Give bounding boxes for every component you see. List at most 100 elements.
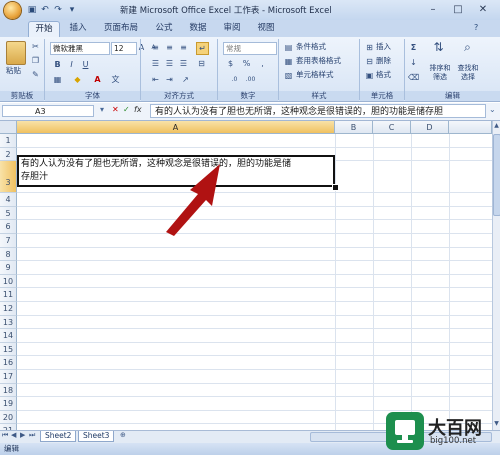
copy-icon[interactable]: ❐ bbox=[30, 55, 41, 66]
redo-icon[interactable]: ↷ bbox=[52, 4, 64, 16]
sort-filter-button[interactable]: 排序和筛选 bbox=[428, 64, 452, 82]
align-left-icon[interactable]: ☰ bbox=[150, 58, 161, 69]
cancel-entry-icon[interactable]: ✕ bbox=[112, 105, 119, 114]
fill-icon[interactable]: ↓ bbox=[408, 57, 419, 68]
undo-icon[interactable]: ↶ bbox=[39, 4, 51, 16]
name-box[interactable]: A3 bbox=[2, 105, 94, 117]
format-cells-icon[interactable]: ▣ bbox=[364, 70, 375, 81]
paste-icon[interactable] bbox=[6, 41, 26, 65]
expand-formula-bar-icon[interactable]: ⌄ bbox=[489, 105, 496, 114]
align-bottom-icon[interactable]: ≡ bbox=[178, 42, 189, 53]
close-icon[interactable]: ✕ bbox=[472, 2, 494, 17]
cell-styles-button[interactable]: 单元格样式 bbox=[296, 70, 334, 80]
column-header-b[interactable]: B bbox=[335, 121, 373, 134]
align-right-icon[interactable]: ☰ bbox=[178, 58, 189, 69]
row-header-10[interactable]: 10 bbox=[0, 274, 17, 289]
quick-access-dropdown-icon[interactable]: ▾ bbox=[66, 4, 78, 16]
format-as-table-button[interactable]: 套用表格格式 bbox=[296, 56, 341, 66]
borders-icon[interactable]: ▦ bbox=[52, 74, 63, 85]
wrap-text-icon[interactable]: ↵ bbox=[196, 42, 209, 55]
align-top-icon[interactable]: ≡ bbox=[150, 42, 161, 53]
tab-home[interactable]: 开始 bbox=[28, 21, 60, 37]
delete-cells-button[interactable]: 删除 bbox=[376, 56, 391, 66]
row-header-12[interactable]: 12 bbox=[0, 302, 17, 316]
row-header-13[interactable]: 13 bbox=[0, 315, 17, 330]
tab-insert[interactable]: 插入 bbox=[64, 21, 92, 36]
tab-view[interactable]: 视图 bbox=[252, 21, 280, 36]
office-button[interactable] bbox=[4, 2, 21, 19]
fill-color-icon[interactable]: ◆ bbox=[72, 74, 83, 85]
scroll-down-icon[interactable]: ▼ bbox=[493, 420, 500, 428]
scroll-up-icon[interactable]: ▲ bbox=[493, 122, 500, 130]
insert-function-icon[interactable]: fx bbox=[134, 105, 142, 114]
row-header-1[interactable]: 1 bbox=[0, 134, 17, 148]
currency-icon[interactable]: $ bbox=[225, 58, 236, 69]
delete-cells-icon[interactable]: ⊟ bbox=[364, 56, 375, 67]
format-cells-button[interactable]: 格式 bbox=[376, 70, 391, 80]
row-header-11[interactable]: 11 bbox=[0, 288, 17, 302]
bold-icon[interactable]: B bbox=[52, 59, 63, 70]
help-icon[interactable]: ? bbox=[474, 23, 478, 32]
align-middle-icon[interactable]: ≡ bbox=[164, 42, 175, 53]
paste-button[interactable]: 粘贴 bbox=[6, 66, 21, 76]
sheet-nav-last-icon[interactable]: ⏭ bbox=[29, 431, 35, 440]
column-header-c[interactable]: C bbox=[373, 121, 411, 134]
grow-font-icon[interactable]: A bbox=[136, 42, 147, 53]
sort-filter-icon[interactable]: ⇅ bbox=[433, 41, 444, 53]
row-header-16[interactable]: 16 bbox=[0, 356, 17, 370]
sheet-nav-prev-icon[interactable]: ◀ bbox=[11, 431, 16, 439]
format-as-table-icon[interactable]: ▦ bbox=[283, 56, 294, 67]
select-all-corner[interactable] bbox=[0, 121, 17, 134]
sheet-nav-first-icon[interactable]: ⏮ bbox=[2, 431, 8, 440]
row-header-4[interactable]: 4 bbox=[0, 193, 17, 207]
find-select-button[interactable]: 查找和选择 bbox=[456, 64, 480, 82]
row-header-19[interactable]: 19 bbox=[0, 397, 17, 411]
sheet-tab-sheet3[interactable]: Sheet3 bbox=[78, 431, 115, 442]
row-header-17[interactable]: 17 bbox=[0, 370, 17, 384]
comma-style-icon[interactable]: , bbox=[257, 58, 268, 69]
phonetic-icon[interactable]: 文 bbox=[110, 74, 121, 85]
row-header-20[interactable]: 20 bbox=[0, 410, 17, 425]
row-header-15[interactable]: 15 bbox=[0, 342, 17, 357]
merge-center-icon[interactable]: ⊟ bbox=[196, 58, 207, 69]
formula-bar-dropdown-icon[interactable]: ▾ bbox=[100, 105, 104, 114]
insert-cells-icon[interactable]: ⊞ bbox=[364, 42, 375, 53]
tab-data[interactable]: 数据 bbox=[184, 21, 212, 36]
column-header-a[interactable]: A bbox=[17, 121, 335, 134]
font-size-select[interactable]: 12 bbox=[111, 42, 137, 55]
autosum-icon[interactable]: Σ bbox=[408, 42, 419, 53]
align-center-icon[interactable]: ☰ bbox=[164, 58, 175, 69]
formula-input[interactable]: 有的人认为没有了胆也无所谓，这种观念是很错误的，胆的功能是储存胆 bbox=[150, 104, 486, 118]
column-header-e[interactable] bbox=[449, 121, 492, 134]
row-header-2[interactable]: 2 bbox=[0, 147, 17, 162]
font-name-select[interactable]: 微软雅黑 bbox=[50, 42, 110, 55]
maximize-icon[interactable]: □ bbox=[447, 2, 469, 17]
row-header-8[interactable]: 8 bbox=[0, 247, 17, 262]
decrease-indent-icon[interactable]: ⇤ bbox=[150, 74, 161, 85]
vertical-scroll-thumb[interactable] bbox=[493, 134, 500, 216]
cut-icon[interactable]: ✂ bbox=[30, 41, 41, 52]
fill-handle[interactable] bbox=[332, 184, 339, 191]
conditional-format-button[interactable]: 条件格式 bbox=[296, 42, 326, 52]
tab-review[interactable]: 审阅 bbox=[218, 21, 246, 36]
find-select-icon[interactable]: ⌕ bbox=[462, 41, 473, 53]
number-format-select[interactable]: 常规 bbox=[223, 42, 277, 55]
column-header-d[interactable]: D bbox=[411, 121, 449, 134]
row-header-5[interactable]: 5 bbox=[0, 206, 17, 221]
insert-sheet-icon[interactable]: ⊕ bbox=[120, 431, 126, 439]
conditional-format-icon[interactable]: ▤ bbox=[283, 42, 294, 53]
confirm-entry-icon[interactable]: ✓ bbox=[123, 105, 130, 114]
tab-formulas[interactable]: 公式 bbox=[150, 21, 178, 36]
decrease-decimal-icon[interactable]: .00 bbox=[245, 74, 256, 85]
minimize-icon[interactable]: – bbox=[422, 2, 444, 17]
font-color-icon[interactable]: A bbox=[92, 74, 103, 85]
row-header-14[interactable]: 14 bbox=[0, 329, 17, 343]
italic-icon[interactable]: I bbox=[66, 59, 77, 70]
increase-decimal-icon[interactable]: .0 bbox=[229, 74, 240, 85]
percent-icon[interactable]: % bbox=[241, 58, 252, 69]
sheet-nav-next-icon[interactable]: ▶ bbox=[20, 431, 25, 439]
format-painter-icon[interactable]: ✎ bbox=[30, 69, 41, 80]
tab-page-layout[interactable]: 页面布局 bbox=[98, 21, 144, 36]
insert-cells-button[interactable]: 插入 bbox=[376, 42, 391, 52]
cell-styles-icon[interactable]: ▧ bbox=[283, 70, 294, 81]
